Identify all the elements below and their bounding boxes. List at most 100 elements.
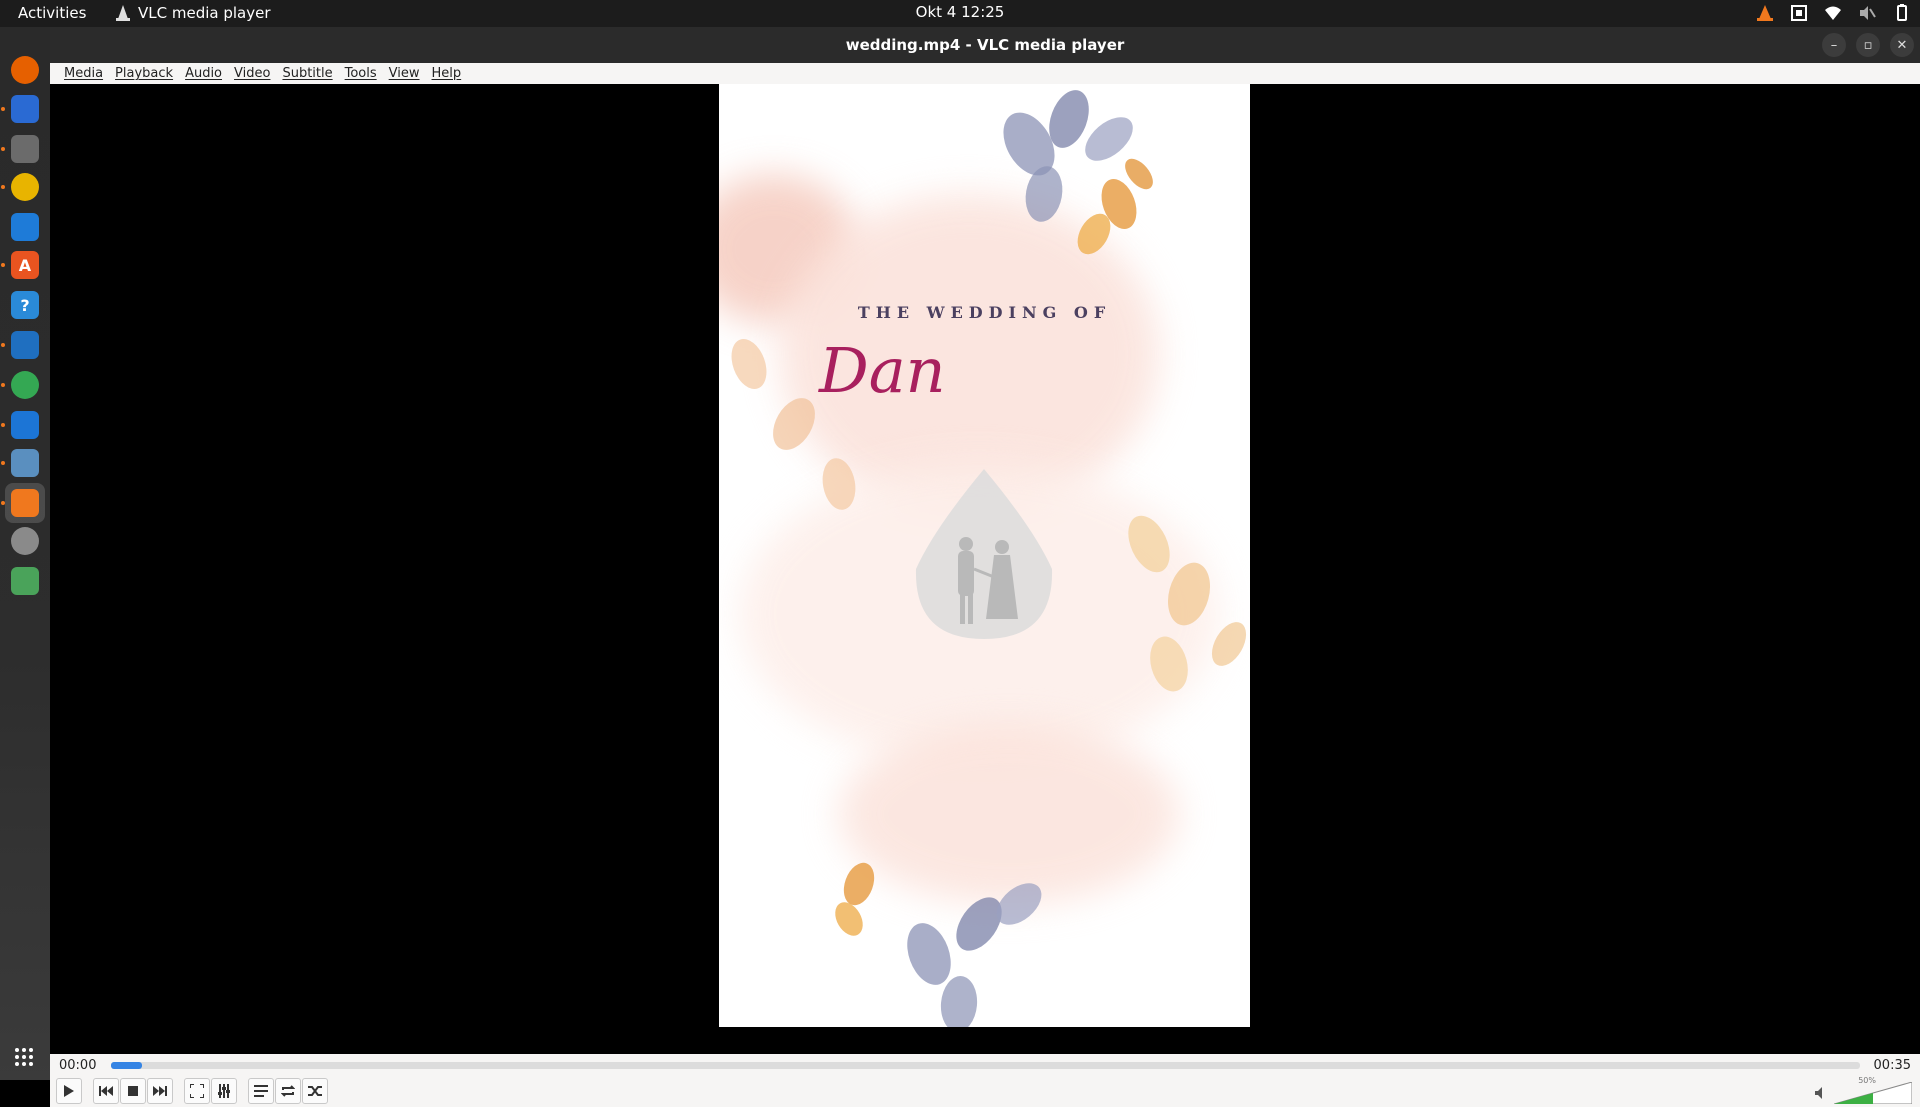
menu-audio[interactable]: Audio — [179, 63, 228, 84]
stop-button[interactable] — [120, 1078, 146, 1104]
dock-thunderbird[interactable] — [5, 89, 45, 129]
groom-name: Dan — [819, 334, 946, 407]
close-button[interactable]: ✕ — [1890, 33, 1914, 57]
minimize-button[interactable]: – — [1822, 33, 1846, 57]
title-bar[interactable]: wedding.mp4 - VLC media player – ▫ ✕ — [50, 27, 1920, 63]
loop-button[interactable] — [275, 1078, 301, 1104]
extended-settings-button[interactable] — [211, 1078, 237, 1104]
couple-silhouette-image — [915, 469, 1053, 639]
video-area[interactable]: THE WEDDING OF Dan — [50, 84, 1920, 1054]
app-menu[interactable]: VLC media player — [116, 4, 271, 22]
leaves-right-decoration — [1128, 515, 1247, 692]
vscode-icon — [11, 331, 39, 359]
dock-vlc[interactable] — [5, 483, 45, 523]
help-icon: ? — [11, 291, 39, 319]
shuffle-icon — [308, 1086, 322, 1096]
menu-subtitle[interactable]: Subtitle — [276, 63, 338, 84]
running-indicator — [1, 185, 5, 189]
total-time[interactable]: 00:35 — [1874, 1058, 1911, 1073]
menu-video[interactable]: Video — [228, 63, 276, 84]
shuffle-button[interactable] — [302, 1078, 328, 1104]
menu-tools[interactable]: Tools — [339, 63, 383, 84]
rhythmbox-icon — [11, 173, 39, 201]
running-indicator — [1, 461, 5, 465]
video-frame: THE WEDDING OF Dan — [719, 84, 1250, 1027]
firefox-icon — [11, 56, 39, 84]
trash-icon — [11, 567, 39, 595]
show-apps-button[interactable] — [5, 1038, 45, 1078]
running-indicator — [1, 147, 5, 151]
running-indicator — [1, 383, 5, 387]
previous-icon — [99, 1086, 113, 1096]
dock-files[interactable] — [5, 129, 45, 169]
menu-view[interactable]: View — [383, 63, 426, 84]
seek-slider[interactable] — [111, 1062, 1860, 1069]
dock-remote-desktop[interactable] — [5, 405, 45, 445]
dock-software-center[interactable]: A — [5, 245, 45, 285]
vlc-cone-icon — [116, 5, 130, 21]
vlc-tray-icon[interactable] — [1756, 4, 1774, 22]
dock-firefox[interactable] — [5, 50, 45, 90]
loop-icon — [281, 1085, 295, 1097]
dock-help[interactable]: ? — [5, 285, 45, 325]
playback-controls: 00:00 00:35 50% — [50, 1054, 1920, 1107]
dock-chrome[interactable] — [5, 365, 45, 405]
leaves-top-decoration — [1003, 90, 1153, 255]
next-button[interactable] — [147, 1078, 173, 1104]
window-title: wedding.mp4 - VLC media player — [845, 36, 1125, 54]
dock-trash[interactable] — [5, 561, 45, 601]
menu-bar: Media Playback Audio Video Subtitle Tool… — [50, 63, 1920, 84]
playlist-button[interactable] — [248, 1078, 274, 1104]
system-tray[interactable] — [1756, 4, 1910, 22]
play-icon — [64, 1085, 74, 1097]
wedding-heading: THE WEDDING OF — [857, 303, 1112, 322]
power-icon[interactable] — [1892, 4, 1910, 22]
vlc-icon — [11, 489, 39, 517]
files-icon — [11, 135, 39, 163]
activities-button[interactable]: Activities — [18, 4, 86, 22]
playlist-icon — [254, 1085, 268, 1097]
elapsed-time: 00:00 — [59, 1058, 97, 1073]
wifi-icon[interactable] — [1824, 4, 1842, 22]
maximize-button[interactable]: ▫ — [1856, 33, 1880, 57]
previous-button[interactable] — [93, 1078, 119, 1104]
chrome-icon — [11, 371, 39, 399]
stop-icon — [128, 1086, 138, 1096]
thunderbird-icon — [11, 95, 39, 123]
running-indicator — [1, 107, 5, 111]
running-indicator — [1, 263, 5, 267]
running-indicator — [1, 423, 5, 427]
dock-vscode[interactable] — [5, 325, 45, 365]
dock: A? — [0, 27, 50, 1080]
volume-slider[interactable] — [1834, 1082, 1912, 1104]
software-center-icon: A — [11, 251, 39, 279]
volume-control[interactable]: 50% — [1814, 1076, 1914, 1104]
fullscreen-button[interactable] — [184, 1078, 210, 1104]
app-name: VLC media player — [138, 4, 271, 22]
menu-help[interactable]: Help — [426, 63, 468, 84]
dock-writer[interactable] — [5, 207, 45, 247]
menu-playback[interactable]: Playback — [109, 63, 179, 84]
running-indicator — [1, 501, 5, 505]
dock-settings[interactable] — [5, 521, 45, 561]
next-icon — [153, 1086, 167, 1096]
gimp-icon — [11, 449, 39, 477]
settings-icon — [11, 527, 39, 555]
dock-gimp[interactable] — [5, 443, 45, 483]
leaves-bottom-decoration — [835, 862, 1042, 1027]
top-bar: Activities VLC media player Okt 4 12:25 — [0, 0, 1920, 27]
equalizer-icon — [218, 1084, 230, 1098]
speaker-icon[interactable] — [1814, 1086, 1828, 1100]
running-indicator — [1, 343, 5, 347]
seek-progress — [111, 1062, 143, 1069]
writer-icon — [11, 213, 39, 241]
dock-rhythmbox[interactable] — [5, 167, 45, 207]
remote-desktop-icon — [11, 411, 39, 439]
remote-tray-icon[interactable] — [1790, 4, 1808, 22]
fullscreen-icon — [190, 1084, 204, 1098]
volume-muted-icon[interactable] — [1858, 4, 1876, 22]
clock[interactable]: Okt 4 12:25 — [916, 3, 1005, 21]
menu-media[interactable]: Media — [58, 63, 109, 84]
vlc-window: wedding.mp4 - VLC media player – ▫ ✕ Med… — [50, 27, 1920, 1107]
play-button[interactable] — [56, 1078, 82, 1104]
